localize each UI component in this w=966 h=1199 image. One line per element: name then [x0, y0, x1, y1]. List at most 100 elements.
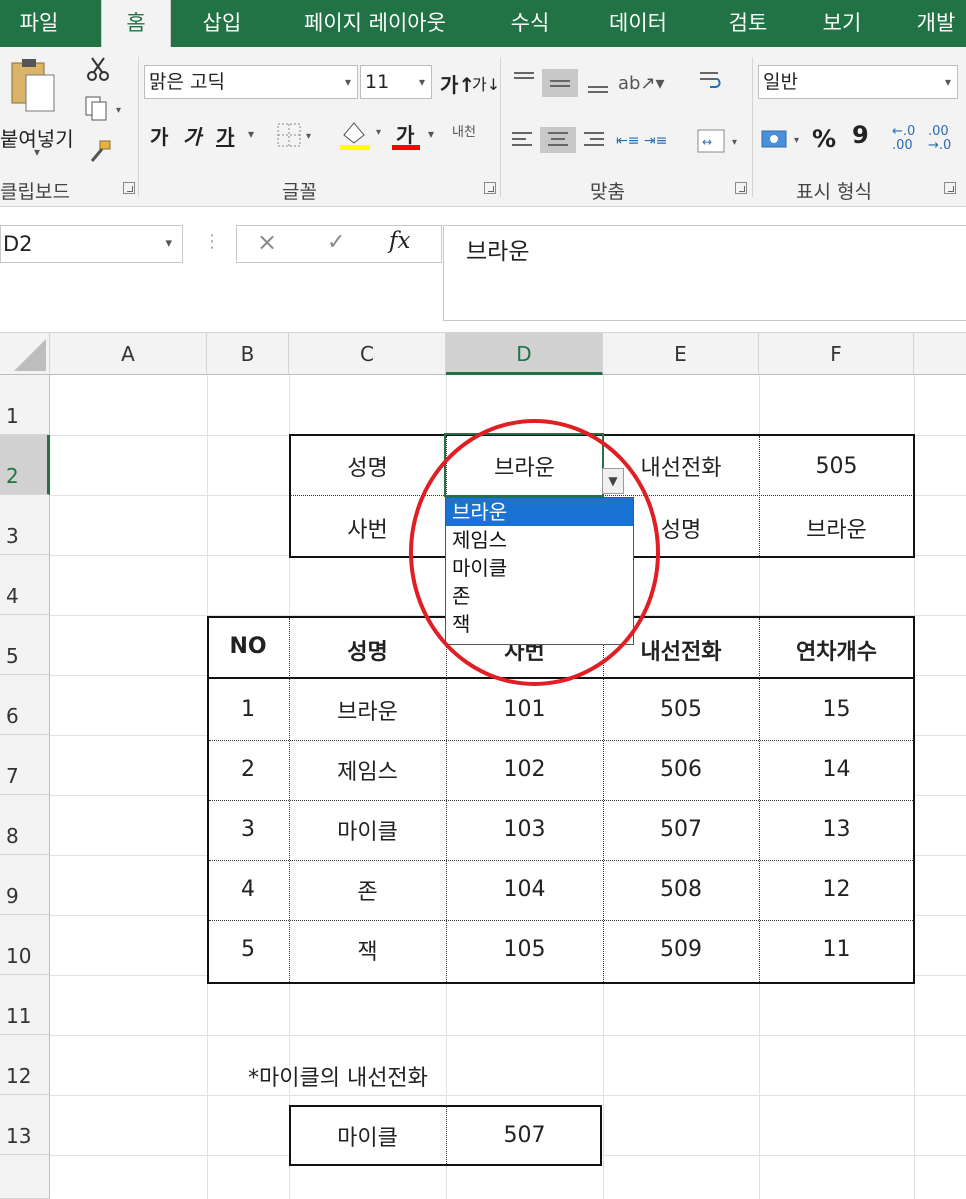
- number-launcher-icon[interactable]: [944, 182, 956, 194]
- table-cell[interactable]: 3: [207, 817, 289, 842]
- tab-view[interactable]: 보기: [812, 0, 872, 47]
- paste-icon[interactable]: [8, 57, 58, 117]
- table-cell[interactable]: 잭: [289, 934, 446, 966]
- row-header-4[interactable]: 4: [0, 555, 50, 615]
- name-box[interactable]: D2 ▾: [0, 225, 183, 263]
- table-cell[interactable]: 103: [446, 817, 603, 842]
- dropdown-option[interactable]: 잭: [446, 610, 633, 638]
- column-header-a[interactable]: A: [50, 333, 207, 375]
- table-cell[interactable]: 104: [446, 877, 603, 902]
- merge-center-icon[interactable]: ↔ ▾: [696, 127, 746, 155]
- decrease-font-size-icon[interactable]: 가↓: [472, 71, 500, 95]
- chevron-down-icon[interactable]: ▾: [345, 66, 351, 98]
- table-cell[interactable]: 102: [446, 757, 603, 782]
- dropdown-arrow-button[interactable]: ▼: [602, 468, 624, 494]
- result-value-cell[interactable]: 507: [446, 1123, 603, 1148]
- result-name-cell[interactable]: 마이클: [289, 1120, 446, 1152]
- row-header-12[interactable]: 12: [0, 1035, 50, 1095]
- table-cell[interactable]: 4: [207, 877, 289, 902]
- table-cell[interactable]: 존: [289, 874, 446, 906]
- table-cell[interactable]: 101: [446, 697, 603, 722]
- increase-decimal-icon[interactable]: ←.0.00: [892, 125, 915, 153]
- comma-style-button[interactable]: 9: [852, 121, 869, 149]
- table-cell[interactable]: 505: [603, 697, 759, 722]
- row-header-13[interactable]: 13: [0, 1095, 50, 1155]
- currency-icon[interactable]: ▾: [760, 125, 810, 155]
- header-cell-no[interactable]: NO: [207, 634, 289, 659]
- select-all-corner[interactable]: [0, 333, 50, 375]
- table-cell[interactable]: 508: [603, 877, 759, 902]
- cancel-icon[interactable]: ×: [257, 228, 277, 256]
- table-cell[interactable]: 2: [207, 757, 289, 782]
- column-header-b[interactable]: B: [207, 333, 289, 375]
- row-header-8[interactable]: 8: [0, 795, 50, 855]
- table-cell[interactable]: 제임스: [289, 754, 446, 786]
- table-cell[interactable]: 14: [759, 757, 914, 782]
- formula-bar-grip[interactable]: ⋮: [203, 231, 221, 252]
- row-header-10[interactable]: 10: [0, 915, 50, 975]
- table-cell[interactable]: 11: [759, 937, 914, 962]
- dropdown-option[interactable]: 마이클: [446, 554, 633, 582]
- tab-home[interactable]: 홈: [101, 0, 171, 47]
- alignment-launcher-icon[interactable]: [735, 182, 747, 194]
- decrease-decimal-icon[interactable]: .00 →.0: [928, 125, 951, 153]
- fill-color-icon[interactable]: ▾: [338, 119, 388, 151]
- row-header-7[interactable]: 7: [0, 735, 50, 795]
- row-header-3[interactable]: 3: [0, 495, 50, 555]
- table-cell[interactable]: 506: [603, 757, 759, 782]
- cut-icon[interactable]: [84, 55, 112, 83]
- table-cell[interactable]: 15: [759, 697, 914, 722]
- vertical-align-icons[interactable]: ab↗▾: [510, 65, 690, 99]
- font-launcher-icon[interactable]: [484, 182, 496, 194]
- paste-chevron-icon[interactable]: ▾: [34, 145, 40, 159]
- row-header-9[interactable]: 9: [0, 855, 50, 915]
- cell-c3-label[interactable]: 사번: [289, 512, 446, 544]
- font-color-button[interactable]: 가: [396, 119, 414, 148]
- row-header-1[interactable]: 1: [0, 375, 50, 435]
- cell-f3-name-value[interactable]: 브라운: [759, 512, 914, 544]
- tab-developer[interactable]: 개발: [906, 0, 966, 47]
- enter-check-icon[interactable]: ✓: [327, 230, 345, 255]
- table-cell[interactable]: 1: [207, 697, 289, 722]
- italic-button[interactable]: 가: [183, 121, 201, 150]
- tab-formulas[interactable]: 수식: [500, 0, 560, 47]
- table-cell[interactable]: 브라운: [289, 694, 446, 726]
- copy-icon[interactable]: ▾: [84, 95, 128, 123]
- cell-f2-ext-value[interactable]: 505: [759, 454, 914, 479]
- row-header-6[interactable]: 6: [0, 675, 50, 735]
- insert-function-button[interactable]: fx: [389, 228, 410, 254]
- chevron-down-icon[interactable]: ▾: [165, 226, 172, 262]
- row-header-2[interactable]: 2: [0, 435, 50, 495]
- validation-dropdown-list[interactable]: 브라운 제임스 마이클 존 잭: [445, 497, 634, 645]
- table-cell[interactable]: 105: [446, 937, 603, 962]
- font-color-chevron-icon[interactable]: ▾: [428, 127, 434, 141]
- number-format-combobox[interactable]: 일반 ▾: [758, 65, 958, 99]
- chevron-down-icon[interactable]: ▾: [945, 66, 951, 98]
- dropdown-option[interactable]: 존: [446, 582, 633, 610]
- note-text[interactable]: *마이클의 내선전화: [248, 1060, 428, 1092]
- font-size-combobox[interactable]: 11 ▾: [360, 65, 432, 99]
- tab-review[interactable]: 검토: [718, 0, 778, 47]
- column-header-g[interactable]: [914, 333, 966, 375]
- header-cell-leave[interactable]: 연차개수: [759, 634, 914, 666]
- cell-e2-label[interactable]: 내선전화: [603, 450, 759, 482]
- increase-font-size-icon[interactable]: 가↑: [440, 69, 475, 98]
- row-header-14[interactable]: [0, 1155, 50, 1199]
- cell-c2-label[interactable]: 성명: [289, 450, 446, 482]
- format-painter-icon[interactable]: [86, 139, 114, 165]
- table-cell[interactable]: 13: [759, 817, 914, 842]
- wrap-text-icon[interactable]: [696, 67, 724, 95]
- chevron-down-icon[interactable]: ▾: [419, 66, 425, 98]
- clipboard-launcher-icon[interactable]: [123, 182, 135, 194]
- table-cell[interactable]: 509: [603, 937, 759, 962]
- underline-chevron-icon[interactable]: ▾: [248, 127, 254, 141]
- table-cell[interactable]: 507: [603, 817, 759, 842]
- font-name-combobox[interactable]: 맑은 고딕 ▾: [144, 65, 358, 99]
- tab-file[interactable]: 파일: [8, 0, 70, 47]
- tab-insert[interactable]: 삽입: [192, 0, 252, 47]
- table-cell[interactable]: 5: [207, 937, 289, 962]
- dropdown-option[interactable]: 브라운: [446, 498, 633, 526]
- row-header-5[interactable]: 5: [0, 615, 50, 675]
- column-header-c[interactable]: C: [289, 333, 446, 375]
- table-cell[interactable]: 마이클: [289, 814, 446, 846]
